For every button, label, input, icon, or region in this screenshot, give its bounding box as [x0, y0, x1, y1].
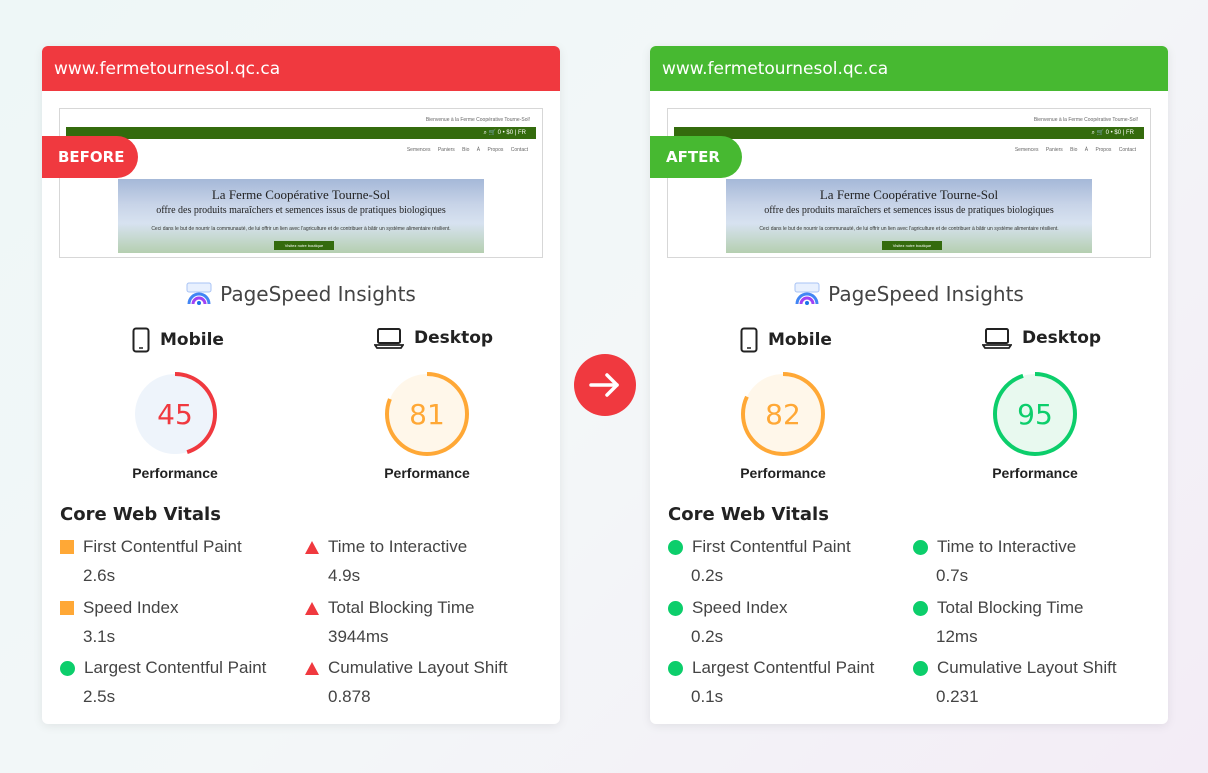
psi-title: PageSpeed Insights: [828, 282, 1024, 306]
metric-tbt: Total Blocking Time 3944ms: [305, 598, 525, 647]
arrow-right-icon: [574, 354, 636, 416]
metric-fcp: First Contentful Paint 2.6s: [60, 537, 280, 586]
cart-icon: 🛒: [488, 130, 496, 136]
metric-value: 4.9s: [328, 566, 361, 585]
preview-hero: La Ferme Coopérative Tourne-Sol offre de…: [118, 179, 484, 253]
metric-tti: Time to Interactive 0.7s: [913, 537, 1133, 586]
site-url: www.fermetournesol.qc.ca: [662, 58, 889, 79]
mobile-score: 45: [157, 397, 193, 431]
after-card: www.fermetournesol.qc.ca Bienvenue à la …: [650, 46, 1168, 724]
pass-circle-icon: [668, 539, 683, 555]
preview-heading: La Ferme Coopérative Tourne-Sol: [211, 187, 391, 202]
metric-lcp: Largest Contentful Paint 2.5s: [60, 658, 280, 707]
site-url: www.fermetournesol.qc.ca: [54, 58, 281, 79]
metric-value: 3.1s: [83, 627, 116, 646]
psi-title: PageSpeed Insights: [220, 282, 416, 306]
mobile-heading: Mobile: [132, 327, 224, 353]
metric-value: 0.2s: [691, 627, 724, 646]
metric-value: 12ms: [936, 627, 978, 646]
metric-lcp: Largest Contentful Paint 0.1s: [668, 658, 888, 707]
preview-shop-button: Visitez notre boutique: [274, 241, 334, 250]
desktop-score-gauge: 95: [990, 369, 1080, 459]
pass-circle-icon: [913, 600, 928, 616]
average-square-icon: [60, 540, 74, 554]
search-icon: ⌕: [483, 130, 487, 136]
preview-subheading: offre des produits maraîchers et semence…: [764, 205, 1054, 216]
metric-value: 2.6s: [83, 566, 116, 585]
metric-tti: Time to Interactive 4.9s: [305, 537, 525, 586]
preview-paragraph: Ceci dans le but de nourrir la communaut…: [759, 226, 1059, 232]
metric-tbt: Total Blocking Time 12ms: [913, 598, 1133, 647]
fail-triangle-icon: [305, 661, 319, 675]
desktop-score: 81: [409, 397, 445, 431]
metric-value: 3944ms: [328, 627, 389, 646]
fail-triangle-icon: [305, 540, 319, 554]
pass-circle-icon: [668, 600, 683, 616]
mobile-phone-icon: [740, 327, 758, 353]
pagespeed-icon: [186, 282, 212, 305]
psi-logo: PageSpeed Insights: [650, 282, 1168, 306]
laptop-icon: [982, 328, 1012, 349]
card-header: www.fermetournesol.qc.ca: [650, 46, 1168, 91]
metric-cls: Cumulative Layout Shift 0.878: [305, 658, 525, 707]
laptop-icon: [374, 328, 404, 349]
desktop-score-gauge: 81: [382, 369, 472, 459]
metric-value: 0.1s: [691, 687, 724, 706]
desktop-heading: Desktop: [374, 327, 493, 349]
desktop-performance-label: Performance: [992, 465, 1078, 481]
preview-paragraph: Ceci dans le but de nourrir la communaut…: [151, 226, 451, 232]
mobile-phone-icon: [132, 327, 150, 353]
preview-hero: La Ferme Coopérative Tourne-Sol offre de…: [726, 179, 1092, 253]
pass-circle-icon: [668, 660, 683, 676]
site-preview-screenshot: Bienvenue à la Ferme Coopérative Tourne-…: [59, 108, 543, 258]
mobile-score: 82: [765, 397, 801, 431]
metric-value: 0.7s: [936, 566, 969, 585]
metric-speed-index: Speed Index 0.2s: [668, 598, 888, 647]
preview-cart-text: ⌕ 🛒 0 • $0 | FR: [1091, 130, 1134, 136]
preview-subheading: offre des produits maraîchers et semence…: [156, 205, 446, 216]
mobile-performance-label: Performance: [132, 465, 218, 481]
core-web-vitals-title: Core Web Vitals: [668, 504, 829, 525]
mobile-score-gauge: 82: [738, 369, 828, 459]
card-header: www.fermetournesol.qc.ca: [42, 46, 560, 91]
desktop-score: 95: [1017, 397, 1053, 431]
mobile-score-gauge: 45: [130, 369, 220, 459]
average-square-icon: [60, 601, 74, 615]
cart-icon: 🛒: [1096, 130, 1104, 136]
pass-circle-icon: [60, 660, 75, 676]
preview-header-bar: ⌕ 🛒 0 • $0 | FR: [674, 127, 1144, 139]
mobile-heading: Mobile: [740, 327, 832, 353]
pagespeed-icon: [794, 282, 820, 305]
metric-speed-index: Speed Index 3.1s: [60, 598, 280, 647]
pass-circle-icon: [913, 539, 928, 555]
preview-cart-text: ⌕ 🛒 0 • $0 | FR: [483, 130, 526, 136]
metric-fcp: First Contentful Paint 0.2s: [668, 537, 888, 586]
pass-circle-icon: [913, 660, 928, 676]
after-tag: AFTER: [650, 136, 742, 178]
preview-nav: Semences Paniers Bio À Propos Contact: [406, 147, 528, 153]
preview-header-bar: ⌕ 🛒 0 • $0 | FR: [66, 127, 536, 139]
preview-nav: Semences Paniers Bio À Propos Contact: [1014, 147, 1136, 153]
core-web-vitals-title: Core Web Vitals: [60, 504, 221, 525]
site-preview-screenshot: Bienvenue à la Ferme Coopérative Tourne-…: [667, 108, 1151, 258]
preview-top-text: Bienvenue à la Ferme Coopérative Tourne-…: [1033, 117, 1138, 123]
preview-heading: La Ferme Coopérative Tourne-Sol: [819, 187, 999, 202]
fail-triangle-icon: [305, 601, 319, 615]
desktop-performance-label: Performance: [384, 465, 470, 481]
before-card: www.fermetournesol.qc.ca Bienvenue à la …: [42, 46, 560, 724]
metric-value: 2.5s: [83, 687, 116, 706]
psi-logo: PageSpeed Insights: [42, 282, 560, 306]
desktop-heading: Desktop: [982, 327, 1101, 349]
preview-top-text: Bienvenue à la Ferme Coopérative Tourne-…: [425, 117, 530, 123]
metric-value: 0.231: [936, 687, 979, 706]
mobile-performance-label: Performance: [740, 465, 826, 481]
search-icon: ⌕: [1091, 130, 1095, 136]
preview-shop-button: Visitez notre boutique: [882, 241, 942, 250]
metric-cls: Cumulative Layout Shift 0.231: [913, 658, 1133, 707]
metric-value: 0.2s: [691, 566, 724, 585]
before-tag: BEFORE: [42, 136, 138, 178]
metric-value: 0.878: [328, 687, 371, 706]
